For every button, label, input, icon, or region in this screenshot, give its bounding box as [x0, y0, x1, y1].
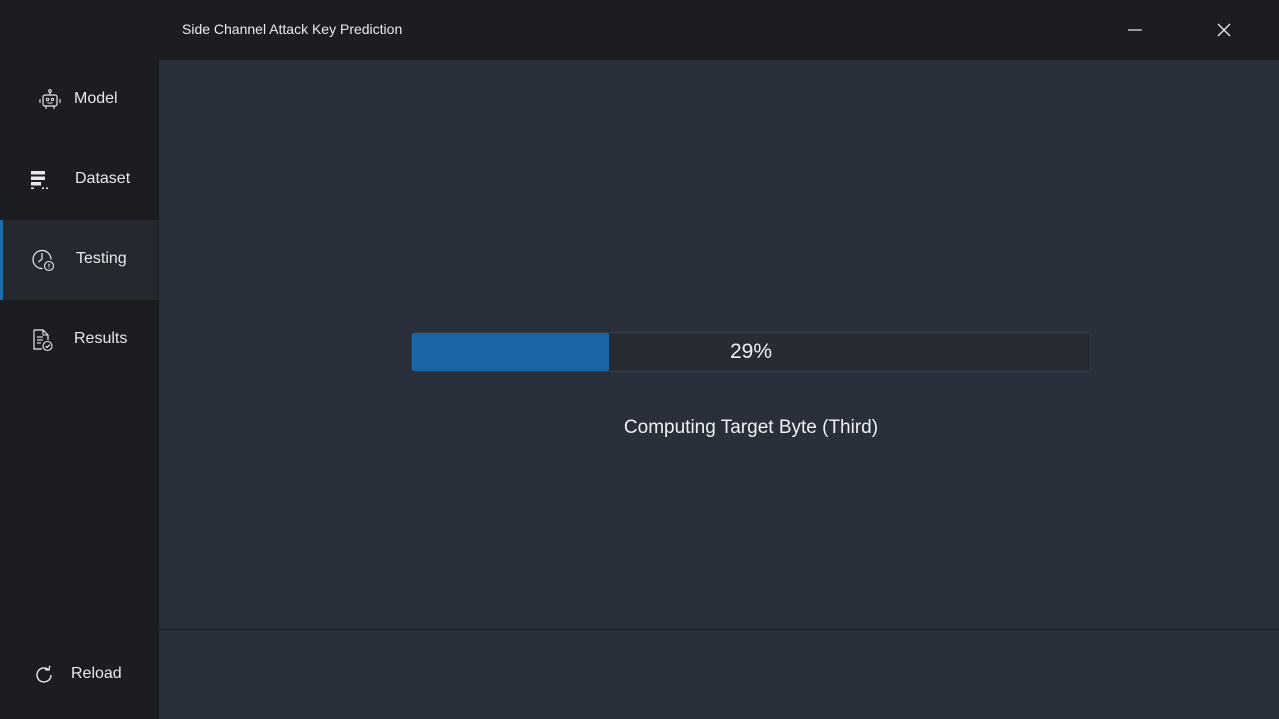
dataset-icon [31, 171, 48, 189]
sidebar-item-label: Dataset [75, 170, 131, 187]
clock-icon [32, 249, 55, 272]
reload-icon [36, 665, 52, 683]
document-check-icon [33, 329, 53, 352]
sidebar-item-label: Model [74, 90, 118, 107]
close-button[interactable] [1204, 10, 1244, 50]
robot-icon [39, 89, 61, 109]
reload-button[interactable]: Reload [0, 635, 158, 715]
sidebar-item-label: Results [74, 330, 128, 347]
status-text: Computing Target Byte (Third) [623, 417, 879, 438]
sidebar: Model Dataset Testing Results Reload [0, 60, 158, 719]
minimize-icon [1128, 29, 1142, 31]
progress-bar: 29% [411, 332, 1091, 372]
title-bar: Side Channel Attack Key Prediction [0, 0, 1279, 60]
sidebar-item-results[interactable]: Results [0, 300, 158, 380]
minimize-button[interactable] [1115, 10, 1155, 50]
sidebar-item-testing[interactable]: Testing [0, 220, 158, 300]
footer-panel [159, 629, 1279, 719]
main-content: 29% Computing Target Byte (Third) [159, 60, 1279, 629]
progress-percent: 29% [729, 340, 773, 363]
sidebar-item-dataset[interactable]: Dataset [0, 140, 158, 220]
window-title: Side Channel Attack Key Prediction [182, 21, 403, 37]
close-icon [1217, 23, 1231, 37]
sidebar-item-label: Testing [76, 250, 127, 267]
reload-label: Reload [71, 665, 122, 682]
sidebar-item-model[interactable]: Model [0, 60, 158, 140]
